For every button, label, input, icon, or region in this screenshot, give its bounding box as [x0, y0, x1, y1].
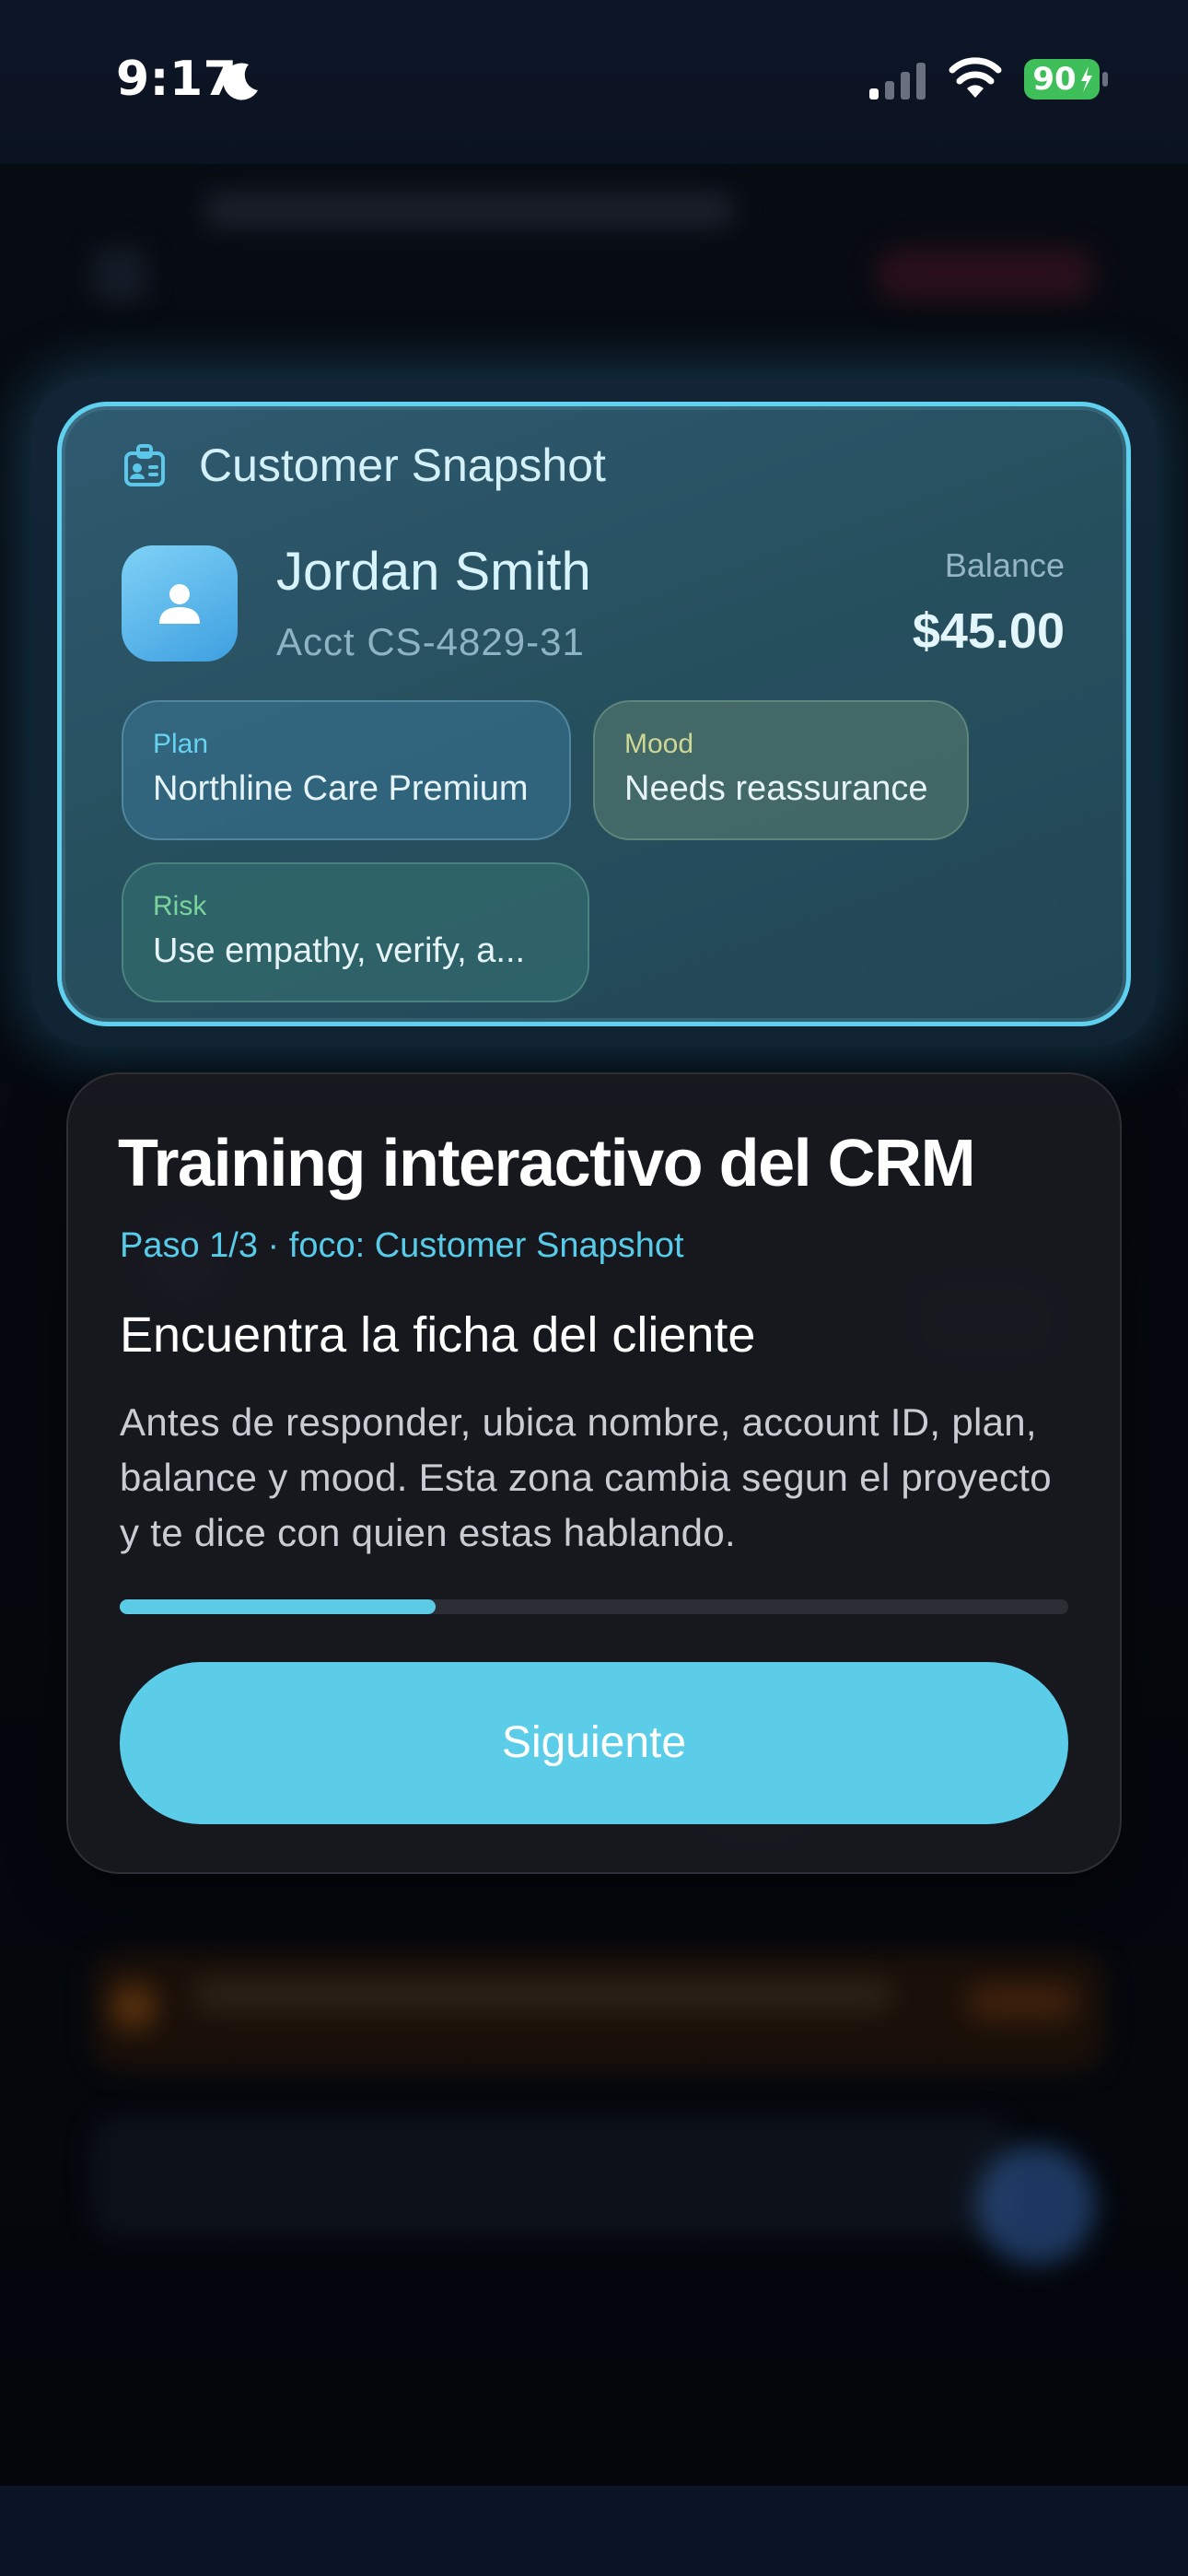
- account-id: Acct CS-4829-31: [276, 620, 585, 663]
- mood-value: Needs reassurance: [624, 769, 928, 808]
- progress-bar: [120, 1599, 1068, 1614]
- balance-label: Balance: [944, 546, 1065, 584]
- next-button[interactable]: Siguiente: [120, 1662, 1068, 1824]
- bottom-bar: [0, 2486, 1188, 2576]
- mood-label: Mood: [624, 729, 694, 759]
- plan-chip: Plan Northline Care Premium: [122, 700, 571, 840]
- training-step: Paso 1/3 · foco: Customer Snapshot: [120, 1226, 684, 1265]
- id-badge-icon: [124, 444, 165, 486]
- plan-value: Northline Care Premium: [153, 769, 529, 808]
- progress-fill: [120, 1599, 436, 1614]
- person-icon: [159, 584, 200, 624]
- status-bar: 9:17 90: [0, 0, 1188, 164]
- status-time: 9:17: [116, 52, 238, 107]
- training-description: Antes de responder, ubica nombre, accoun…: [120, 1400, 1052, 1554]
- balance-value: $45.00: [912, 603, 1065, 659]
- mood-chip: Mood Needs reassurance: [593, 700, 969, 840]
- customer-name: Jordan Smith: [276, 542, 591, 602]
- avatar: [122, 545, 238, 662]
- risk-label: Risk: [153, 891, 207, 921]
- battery-percent: 90: [1032, 61, 1077, 98]
- risk-value: Use empathy, verify, a...: [153, 931, 526, 970]
- training-heading: Encuentra la ficha del cliente: [120, 1307, 756, 1363]
- snapshot-title: Customer Snapshot: [199, 439, 606, 491]
- training-title: Training interactivo del CRM: [118, 1127, 976, 1200]
- wifi-icon: [949, 57, 1002, 98]
- plan-label: Plan: [153, 729, 209, 759]
- risk-chip: Risk Use empathy, verify, a...: [122, 862, 589, 1002]
- signal-icon: [869, 63, 926, 100]
- moon-icon: [223, 63, 258, 100]
